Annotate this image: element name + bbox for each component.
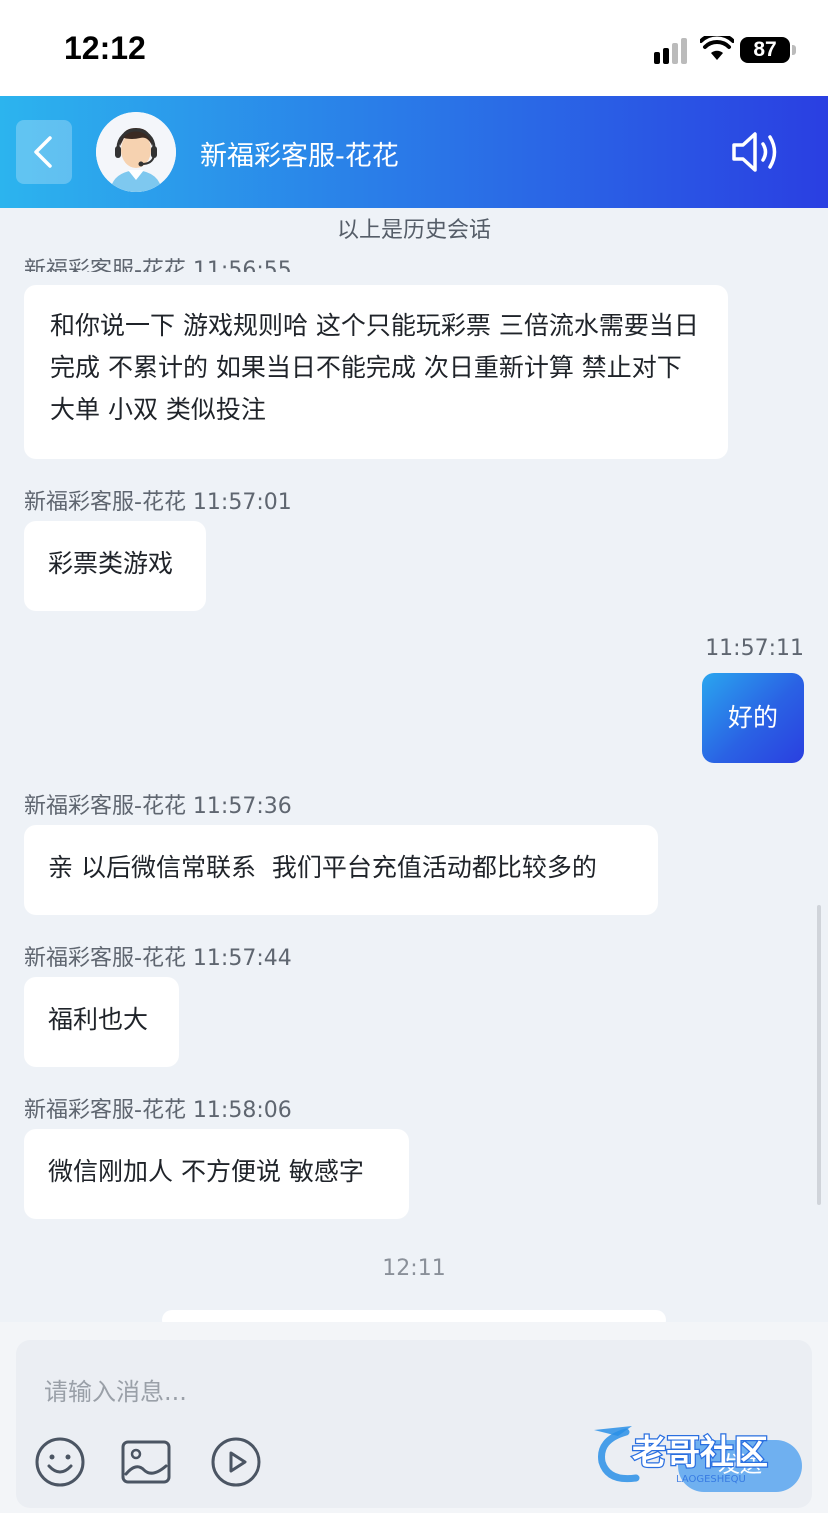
wifi-icon: [700, 36, 734, 60]
composer-box: 发送: [16, 1340, 812, 1508]
message-sender: 新福彩客服-花花 11:57:01: [24, 490, 292, 515]
message-sender: 新福彩客服-花花 11:57:36: [24, 794, 292, 819]
composer: 发送: [0, 1322, 828, 1513]
message-bubble[interactable]: 彩票类游戏: [24, 521, 206, 611]
chat-title: 新福彩客服-花花: [200, 141, 399, 172]
message-bubble[interactable]: 和你说一下 游戏规则哈 这个只能玩彩票 三倍流水需要当日完成 不累计的 如果当日…: [24, 285, 728, 459]
battery-cap: [792, 45, 796, 55]
emoji-icon[interactable]: [34, 1436, 86, 1488]
message-sender: 新福彩客服-花花 11:57:44: [24, 946, 292, 971]
self-message-time: 11:57:11: [705, 636, 804, 661]
agent-avatar[interactable]: [96, 112, 176, 192]
message-bubble[interactable]: 亲 以后微信常联系 我们平台充值活动都比较多的: [24, 825, 658, 915]
battery-indicator: 87: [740, 37, 790, 63]
image-icon[interactable]: [120, 1436, 172, 1488]
message-sender: 新福彩客服-花花 11:56:55: [24, 258, 292, 272]
chat-header: 新福彩客服-花花: [0, 96, 828, 208]
video-play-icon[interactable]: [210, 1436, 262, 1488]
speaker-icon[interactable]: [730, 130, 780, 174]
message-bubble[interactable]: 微信刚加人 不方便说 敏感字: [24, 1129, 409, 1219]
self-message-bubble[interactable]: 好的: [702, 673, 804, 763]
send-button[interactable]: 发送: [678, 1440, 802, 1492]
timestamp-divider: 12:11: [382, 1256, 446, 1281]
back-icon: [34, 136, 52, 168]
message-sender: 新福彩客服-花花 11:58:06: [24, 1098, 292, 1123]
cellular-signal-icon: [654, 38, 687, 64]
message-bubble[interactable]: 福利也大: [24, 977, 179, 1067]
history-note: 以上是历史会话: [336, 218, 491, 243]
back-button[interactable]: [16, 120, 72, 184]
message-input[interactable]: [44, 1370, 644, 1414]
avatar-agent-icon: [96, 112, 176, 192]
status-bar: 12:12 87: [0, 0, 828, 96]
status-time: 12:12: [64, 30, 146, 66]
scrollbar[interactable]: [817, 905, 821, 1205]
